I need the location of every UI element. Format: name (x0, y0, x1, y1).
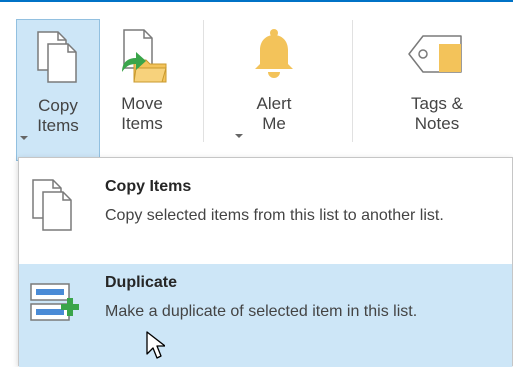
copy-pages-icon (34, 30, 82, 91)
alert-me-label-line2: Me (262, 114, 286, 133)
copy-items-dropdown-menu: Copy Items Copy selected items from this… (18, 157, 513, 367)
tags-notes-button[interactable]: Tags & Notes (386, 18, 488, 158)
move-items-label-line1: Move (121, 94, 163, 113)
mouse-cursor-icon (145, 330, 166, 365)
alert-me-label-line1: Alert (256, 94, 292, 113)
copy-pages-icon (29, 178, 77, 239)
chevron-down-icon (20, 136, 28, 140)
chevron-down-icon (235, 134, 243, 138)
ribbon: Copy Items Move Items Alert Me Tags & No… (0, 2, 513, 161)
tags-notes-label-line1: Tags & (411, 94, 463, 113)
menu-item-title: Duplicate (105, 274, 178, 291)
menu-item-copy-items[interactable]: Copy Items Copy selected items from this… (19, 168, 512, 264)
alert-me-button[interactable]: Alert Me (232, 18, 316, 158)
duplicate-icon (29, 282, 81, 331)
bell-icon (250, 28, 298, 89)
move-items-button[interactable]: Move Items (106, 18, 178, 158)
menu-item-description: Copy selected items from this list to an… (105, 207, 444, 224)
copy-items-button[interactable]: Copy Items (16, 19, 100, 161)
copy-items-label-line2: Items (37, 116, 79, 135)
move-items-label-line2: Items (121, 114, 163, 133)
ribbon-separator (352, 20, 353, 142)
copy-items-label-line1: Copy (38, 96, 78, 115)
menu-item-title: Copy Items (105, 178, 192, 195)
move-items-icon (116, 28, 168, 89)
menu-item-duplicate[interactable]: Duplicate Make a duplicate of selected i… (19, 264, 512, 367)
menu-item-description: Make a duplicate of selected item in thi… (105, 303, 418, 320)
tags-notes-label-line2: Notes (414, 114, 460, 133)
ribbon-separator (203, 20, 204, 142)
tag-icon (407, 28, 467, 85)
